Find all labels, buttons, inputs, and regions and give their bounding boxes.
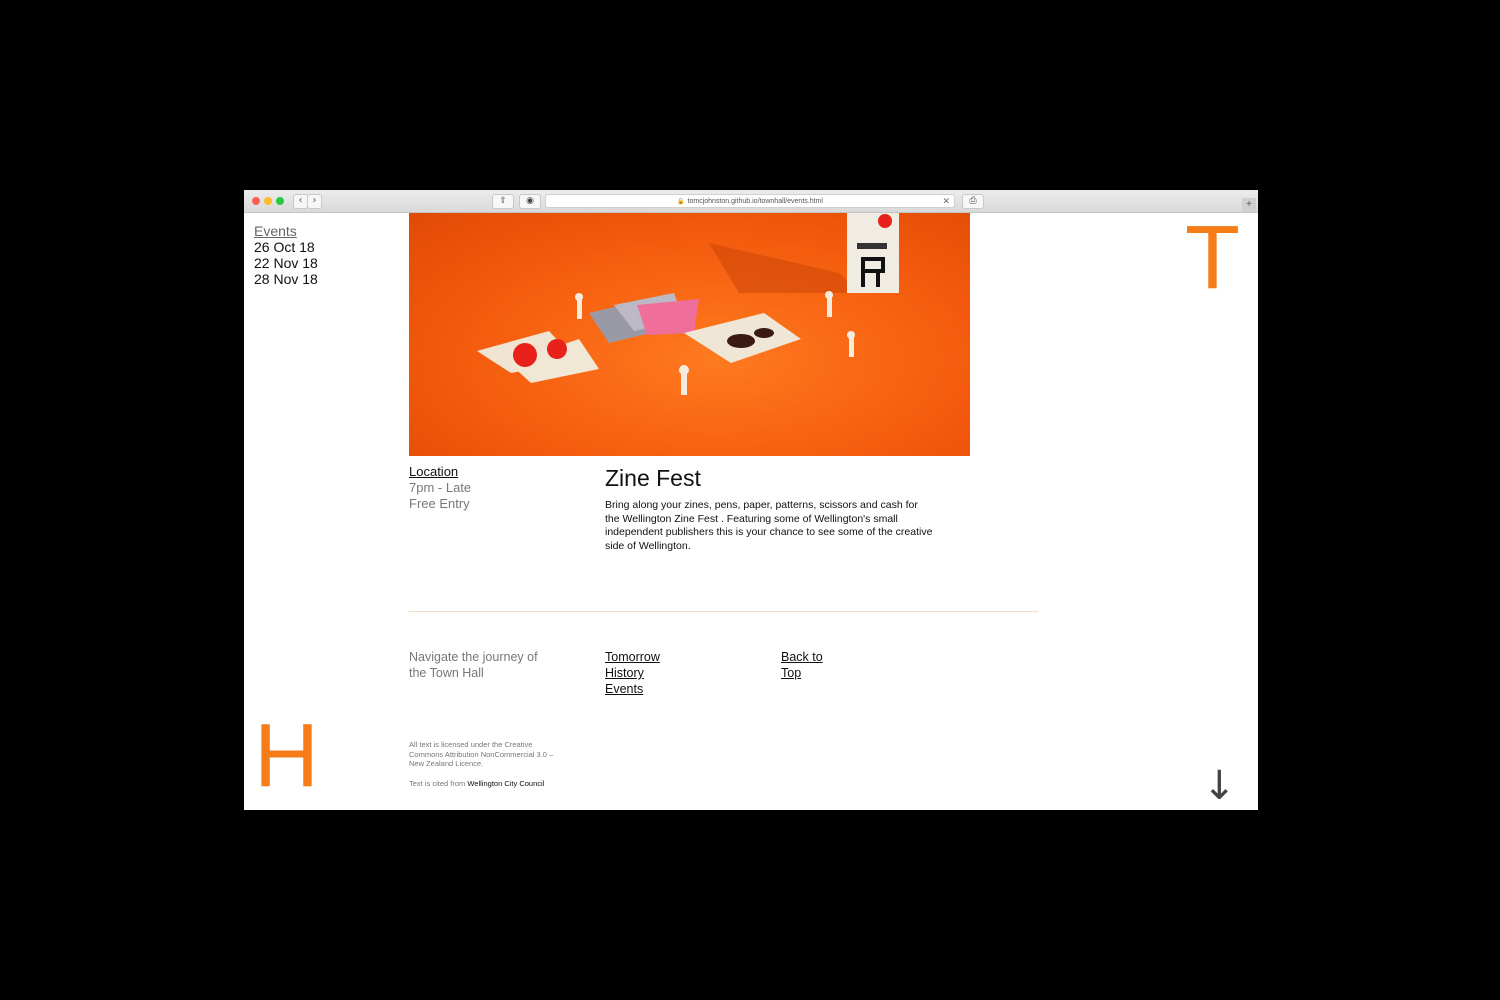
close-window-button[interactable] (252, 197, 260, 205)
browser-window: ‹ › ⇪ ◉ 🔒 tomcjohnston.github.io/townhall… (244, 190, 1258, 810)
reader-mode-icon[interactable]: ◉ (519, 194, 541, 209)
brand-letter-t: T (1185, 208, 1240, 308)
citation-prefix: Text is cited from (409, 779, 466, 788)
events-sidebar: Events 26 Oct 18 22 Nov 18 28 Nov 18 (254, 223, 318, 287)
sidebar-date-3[interactable]: 28 Nov 18 (254, 271, 318, 287)
zoom-window-button[interactable] (276, 197, 284, 205)
browser-toolbar: ‹ › ⇪ ◉ 🔒 tomcjohnston.github.io/townhall… (244, 190, 1258, 213)
page-content: Events 26 Oct 18 22 Nov 18 28 Nov 18 T L… (244, 213, 1258, 810)
print-icon[interactable]: ⎙ (962, 194, 984, 209)
forward-arrow-icon[interactable]: › (307, 194, 322, 209)
sidebar-date-1[interactable]: 26 Oct 18 (254, 239, 318, 255)
location-link[interactable]: Location (409, 464, 471, 480)
zine-photo-illustration (477, 213, 899, 395)
brand-letter-h: H (254, 706, 319, 806)
license-text: All text is licensed under the Creative … (409, 740, 554, 768)
back-to-top: Back to Top (781, 649, 841, 681)
address-bar[interactable]: 🔒 tomcjohnston.github.io/townhall/events.… (545, 194, 955, 208)
minimize-window-button[interactable] (264, 197, 272, 205)
new-tab-button[interactable]: + (1242, 198, 1256, 212)
event-description: Bring along your zines, pens, paper, pat… (605, 499, 933, 552)
event-time: 7pm - Late (409, 480, 472, 495)
footer-nav-links: Tomorrow History Events (605, 649, 660, 697)
footer-nav-caption: Navigate the journey of the Town Hall (409, 650, 538, 680)
sidebar-date-2[interactable]: 22 Nov 18 (254, 255, 318, 271)
citation-source-link[interactable]: Wellington City Council (467, 779, 544, 788)
nav-link-history[interactable]: History (605, 665, 660, 681)
citation-text: Text is cited from Wellington City Counc… (409, 779, 559, 789)
event-hero-image (409, 213, 970, 456)
back-to-top-link[interactable]: Back to Top (781, 649, 841, 681)
event-entry: Free Entry (409, 496, 470, 511)
event-meta: Location 7pm - Late Free Entry (409, 464, 471, 512)
lock-icon: 🔒 (677, 199, 685, 205)
scroll-down-arrow-icon[interactable]: ↓ (1202, 763, 1236, 809)
back-arrow-icon[interactable]: ‹ (293, 194, 308, 209)
sidebar-title-events[interactable]: Events (254, 223, 318, 239)
clear-url-icon[interactable]: ✕ (942, 195, 950, 208)
nav-link-tomorrow[interactable]: Tomorrow (605, 649, 660, 665)
nav-link-events[interactable]: Events (605, 681, 660, 697)
event-title: Zine Fest (605, 465, 701, 491)
share-icon[interactable]: ⇪ (492, 194, 514, 209)
address-bar-url: tomcjohnston.github.io/townhall/events.h… (687, 198, 823, 205)
section-divider (409, 611, 1038, 612)
